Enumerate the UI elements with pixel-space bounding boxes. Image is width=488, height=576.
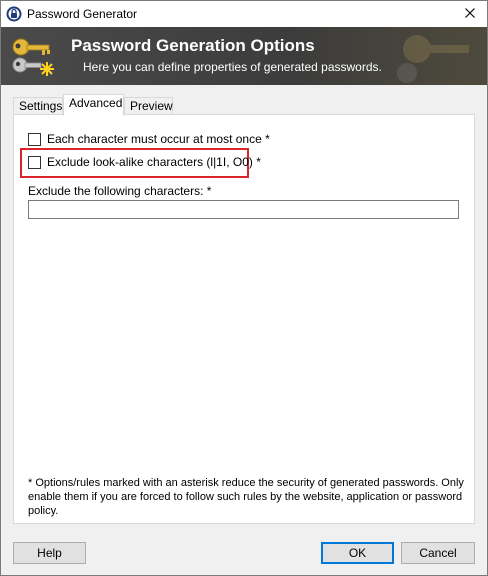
tab-settings-label: Settings: [19, 99, 63, 113]
tab-preview[interactable]: Preview: [124, 97, 173, 115]
close-button[interactable]: [453, 1, 487, 27]
keys-icon: [9, 35, 59, 79]
decorative-keys-icon: [387, 29, 477, 85]
option-exclude-look-alike[interactable]: Exclude look-alike characters (l|1I, O0)…: [28, 155, 261, 169]
ok-button[interactable]: OK: [321, 542, 394, 564]
exclude-look-alike-label: Exclude look-alike characters (l|1I, O0)…: [47, 155, 261, 169]
header-banner: Password Generation Options Here you can…: [1, 27, 487, 85]
exclude-characters-input[interactable]: [28, 200, 459, 219]
window-title: Password Generator: [27, 7, 138, 21]
exclude-look-alike-checkbox[interactable]: [28, 155, 41, 169]
cancel-button[interactable]: Cancel: [401, 542, 475, 564]
asterisk-footnote: * Options/rules marked with an asterisk …: [28, 477, 464, 517]
option-unique-characters[interactable]: Each character must occur at most once *: [28, 132, 270, 146]
tab-preview-label: Preview: [130, 99, 173, 113]
tab-advanced[interactable]: Advanced: [63, 94, 124, 116]
banner-subtitle: Here you can define properties of genera…: [83, 60, 382, 74]
banner-title: Password Generation Options: [71, 36, 315, 55]
help-button[interactable]: Help: [13, 542, 86, 564]
close-icon: [465, 7, 475, 21]
tab-advanced-label: Advanced: [69, 96, 123, 110]
tab-settings[interactable]: Settings: [13, 97, 63, 115]
advanced-tab-panel: Each character must occur at most once *…: [13, 114, 475, 524]
exclude-characters-label: Exclude the following characters: *: [28, 184, 212, 198]
password-generator-dialog: Password Generator Password Generation O…: [0, 0, 488, 576]
unique-characters-label: Each character must occur at most once *: [47, 132, 270, 146]
title-bar[interactable]: Password Generator: [1, 1, 487, 27]
unique-characters-checkbox[interactable]: [28, 132, 41, 146]
keepass-lock-icon: [6, 6, 22, 22]
